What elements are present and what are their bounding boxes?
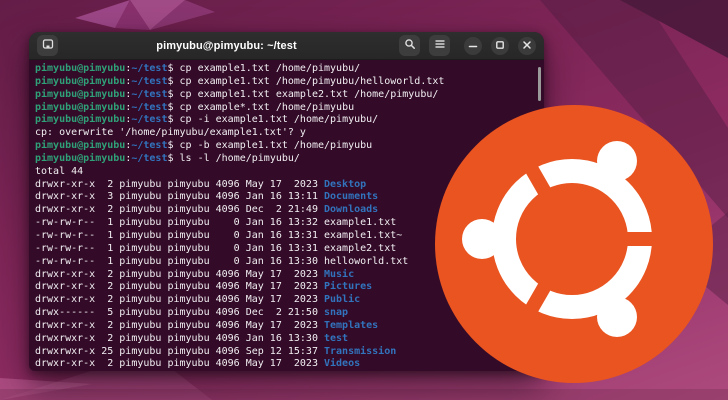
window-title: pimyubu@pimyubu: ~/test <box>156 39 297 52</box>
minimize-button[interactable] <box>464 36 482 55</box>
search-button[interactable] <box>399 35 420 56</box>
close-button[interactable] <box>518 36 536 55</box>
minimize-icon <box>468 37 478 55</box>
ubuntu-logo <box>435 105 713 383</box>
new-tab-icon <box>42 37 54 55</box>
maximize-button[interactable] <box>491 36 509 55</box>
menu-button[interactable] <box>429 35 450 56</box>
titlebar[interactable]: pimyubu@pimyubu: ~/test <box>29 32 544 60</box>
close-icon <box>522 37 532 55</box>
search-icon <box>404 37 416 55</box>
terminal-line: pimyubu@pimyubu:~/test$ cp example1.txt … <box>35 63 361 74</box>
new-tab-button[interactable] <box>37 35 58 56</box>
maximize-icon <box>495 37 505 55</box>
terminal-line: pimyubu@pimyubu:~/test$ cp example1.txt … <box>35 75 445 87</box>
desktop: { "colors": { "accent": "#E95420", "term… <box>0 0 728 400</box>
menu-icon <box>434 37 446 55</box>
